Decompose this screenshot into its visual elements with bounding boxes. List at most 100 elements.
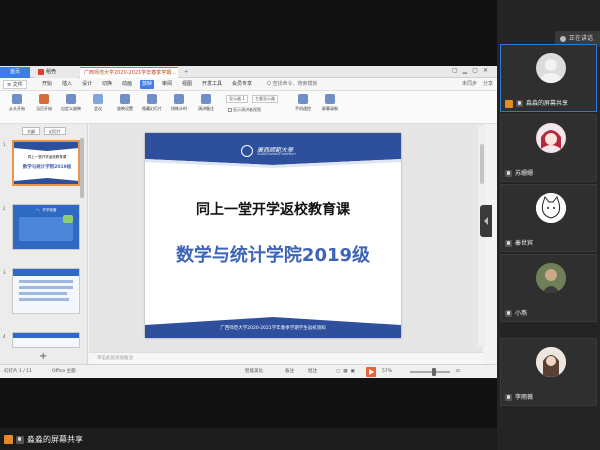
settings-icon bbox=[120, 94, 130, 104]
meeting-button[interactable]: 会议 bbox=[85, 93, 111, 120]
screen-record-label: 屏幕录制 bbox=[322, 106, 338, 111]
photo-avatar-icon bbox=[536, 347, 566, 377]
presenter-view-checkbox[interactable]: 显示演讲者视图 bbox=[228, 107, 261, 113]
rehearse-timing-button[interactable]: 排练计时 bbox=[166, 93, 192, 120]
slide-banner-graphic bbox=[145, 133, 401, 338]
avatar bbox=[536, 193, 566, 223]
slide-number: 4 bbox=[3, 334, 6, 339]
record-icon bbox=[325, 94, 335, 104]
menu-animation[interactable]: 动画 bbox=[120, 80, 134, 89]
fit-window-icon[interactable]: ⊡ bbox=[456, 368, 460, 376]
display-select[interactable]: 主要显示器 bbox=[252, 95, 278, 103]
view-mode-icons[interactable]: ▢▦▣ bbox=[336, 368, 358, 376]
screen-share-owner: 淼淼的屏幕共享 bbox=[27, 435, 83, 444]
menu-slideshow[interactable]: 放映 bbox=[140, 80, 155, 89]
from-start-button[interactable]: 从头开始 bbox=[4, 93, 30, 120]
participant-name: 秦世宾 bbox=[505, 239, 533, 248]
show-settings-button[interactable]: 放映设置 bbox=[112, 93, 138, 120]
slide-thumbnail-1[interactable]: 同上一堂开学返校教育课 数学与统计学院2019级 bbox=[12, 140, 80, 186]
current-slide[interactable]: 廣西師範大學 GUANGXI NORMAL UNIVERSITY 同上一堂开学返… bbox=[145, 133, 401, 338]
thumb-3-line bbox=[19, 280, 73, 283]
zoom-level[interactable]: 57% bbox=[382, 368, 392, 376]
shared-screen: 首页 稻壳 广西师范大学2020-2021学年春季学期… + ▢▁▢✕ ≡ 文件… bbox=[0, 0, 497, 428]
menu-start[interactable]: 开始 bbox=[40, 80, 54, 89]
comments-toggle[interactable]: 批注 bbox=[308, 368, 317, 376]
notes-toggle[interactable]: 备注 bbox=[285, 368, 294, 376]
avatar bbox=[536, 347, 566, 377]
smart-beautify-button[interactable]: 智能美化 bbox=[245, 368, 263, 376]
menu-bar: ≡ 文件 开始 插入 设计 切换 动画 放映 审阅 视图 开发工具 会员专享 Q… bbox=[0, 78, 497, 91]
rehearse-timing-label: 排练计时 bbox=[171, 106, 187, 111]
participant-tile[interactable]: 李雨薇 bbox=[500, 338, 597, 406]
thumb-2-title: 一、开学准备 bbox=[35, 208, 57, 212]
participant-tile[interactable]: 淼淼的屏幕共享 bbox=[500, 44, 597, 112]
menu-view[interactable]: 视图 bbox=[180, 80, 194, 89]
tab-home[interactable]: 首页 bbox=[0, 67, 30, 78]
thumb-3-line bbox=[19, 298, 69, 301]
monitor-label-field[interactable]: 显示器 1 bbox=[226, 95, 248, 103]
share-button[interactable]: 分享 bbox=[483, 80, 493, 89]
collapse-panel-chevron-icon[interactable] bbox=[480, 205, 492, 237]
photo-avatar-icon bbox=[536, 263, 566, 293]
sync-status[interactable]: 未同步 bbox=[462, 80, 477, 89]
participant-name-label: 李雨薇 bbox=[515, 394, 534, 401]
participant-name-label: 秦世宾 bbox=[515, 240, 534, 247]
microphone-icon bbox=[505, 170, 512, 177]
thumb-3-line bbox=[19, 292, 67, 295]
thumbnail-scrollbar[interactable] bbox=[80, 138, 84, 198]
tab-presentation[interactable]: 广西师范大学2020-2021学年春季学期… bbox=[80, 67, 178, 78]
menu-design[interactable]: 设计 bbox=[80, 80, 94, 89]
title-bar: 首页 稻壳 广西师范大学2020-2021学年春季学期… + ▢▁▢✕ bbox=[0, 66, 497, 78]
notes-input[interactable]: 单击此处添加备注 bbox=[89, 352, 483, 364]
participant-tile[interactable]: 秦世宾 bbox=[500, 184, 597, 252]
clock-icon bbox=[174, 94, 184, 104]
university-seal-icon bbox=[241, 145, 253, 157]
screen-record-button[interactable]: 屏幕录制 bbox=[317, 93, 343, 120]
menu-developer[interactable]: 开发工具 bbox=[200, 80, 224, 89]
slide-thumbnail-4[interactable] bbox=[12, 332, 80, 348]
menu-review[interactable]: 审阅 bbox=[160, 80, 174, 89]
phone-remote-button[interactable]: 手机遥控 bbox=[290, 93, 316, 120]
hide-slide-label: 隐藏幻灯片 bbox=[142, 106, 162, 111]
zoom-slider[interactable] bbox=[410, 368, 450, 376]
speaker-notes-button[interactable]: 演讲备注 bbox=[193, 93, 219, 120]
from-current-button[interactable]: 当页开始 bbox=[31, 93, 57, 120]
hide-slide-icon bbox=[147, 94, 157, 104]
canvas-scroll-thumb[interactable] bbox=[480, 144, 484, 184]
new-tab-plus-icon[interactable]: + bbox=[180, 67, 190, 78]
participant-tile[interactable]: 小燕 bbox=[500, 254, 597, 322]
add-slide-plus-icon[interactable]: + bbox=[39, 352, 47, 362]
menu-member[interactable]: 会员专享 bbox=[230, 80, 254, 89]
tab-outline[interactable]: 大纲 bbox=[22, 127, 40, 135]
menu-transition[interactable]: 切换 bbox=[100, 80, 114, 89]
tab-docer[interactable]: 稻壳 bbox=[34, 67, 78, 78]
play-slideshow-icon[interactable] bbox=[366, 367, 376, 377]
slide-thumbnail-panel: 大纲 幻灯片 1 同上一堂开学返校教育课 数学与统计学院2019级 2 一、开学… bbox=[0, 124, 88, 364]
thumb-3-line bbox=[19, 286, 73, 289]
microphone-icon bbox=[505, 394, 512, 401]
participant-panel: 正在讲话 淼淼的屏幕共享 苏姗姗 秦世宾 小燕 李雨薇 bbox=[497, 0, 600, 450]
slide-title[interactable]: 同上一堂开学返校教育课 bbox=[145, 199, 401, 219]
command-search[interactable]: Q 查找命令、搜索模板 bbox=[265, 80, 320, 89]
slide-footer: 广西师范大学2020-2021学年春季学期学生返校须知 bbox=[220, 326, 326, 331]
file-menu[interactable]: ≡ 文件 bbox=[3, 80, 27, 89]
tab-slides[interactable]: 幻灯片 bbox=[44, 127, 66, 135]
university-name-en: GUANGXI NORMAL UNIVERSITY bbox=[257, 153, 297, 156]
slide-thumbnail-2[interactable]: 一、开学准备 bbox=[12, 204, 80, 250]
show-settings-label: 放映设置 bbox=[117, 106, 133, 111]
menu-insert[interactable]: 插入 bbox=[60, 80, 74, 89]
microphone-icon bbox=[516, 100, 523, 107]
window-controls[interactable]: ▢▁▢✕ bbox=[452, 67, 493, 74]
anime-avatar-icon bbox=[537, 124, 565, 152]
hide-slide-button[interactable]: 隐藏幻灯片 bbox=[139, 93, 165, 120]
participant-tile[interactable]: 苏姗姗 bbox=[500, 114, 597, 182]
speaker-notes-label: 演讲备注 bbox=[198, 106, 214, 111]
slide-thumbnail-3[interactable] bbox=[12, 268, 80, 314]
screen-share-icon bbox=[4, 435, 13, 444]
zoom-slider-knob[interactable] bbox=[432, 368, 436, 376]
participant-name: 苏姗姗 bbox=[505, 169, 533, 178]
speaker-avatar-icon bbox=[560, 35, 566, 42]
slide-subtitle[interactable]: 数学与统计学院2019级 bbox=[145, 241, 401, 267]
custom-show-button[interactable]: 自定义放映 bbox=[58, 93, 84, 120]
phone-remote-icon bbox=[298, 94, 308, 104]
